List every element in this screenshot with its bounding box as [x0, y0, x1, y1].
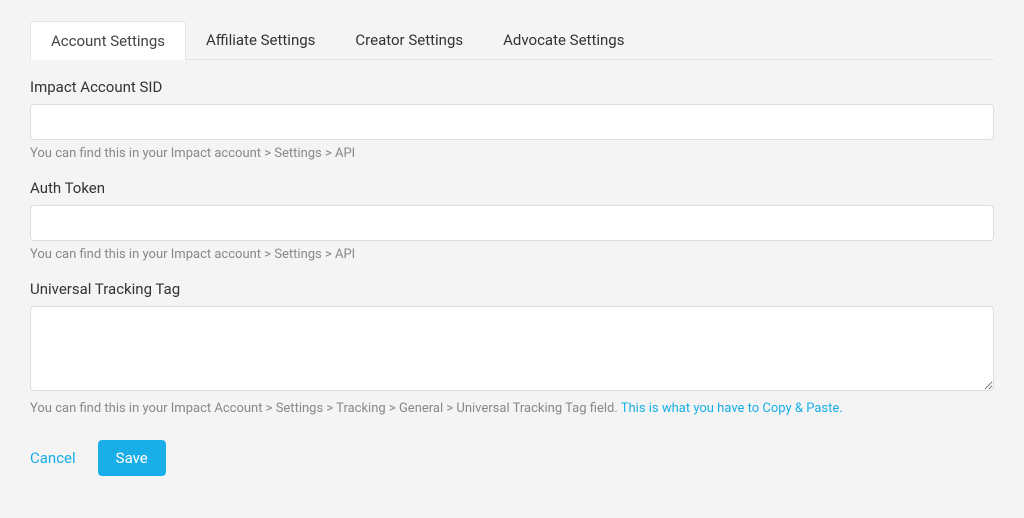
label-sid: Impact Account SID — [30, 78, 994, 96]
help-tracking-tag: You can find this in your Impact Account… — [30, 401, 994, 416]
label-auth-token: Auth Token — [30, 179, 994, 197]
help-tracking-tag-link[interactable]: This is what you have to Copy & Paste. — [621, 401, 843, 416]
form-actions: Cancel Save — [30, 440, 994, 476]
cancel-button[interactable]: Cancel — [30, 449, 76, 467]
field-group-auth-token: Auth Token You can find this in your Imp… — [30, 179, 994, 262]
tab-affiliate-settings[interactable]: Affiliate Settings — [186, 20, 335, 59]
tab-creator-settings[interactable]: Creator Settings — [335, 20, 483, 59]
help-auth-token: You can find this in your Impact account… — [30, 247, 994, 262]
field-group-sid: Impact Account SID You can find this in … — [30, 78, 994, 161]
help-sid: You can find this in your Impact account… — [30, 146, 994, 161]
tabs-nav: Account Settings Affiliate Settings Crea… — [30, 20, 994, 60]
help-tracking-tag-text: You can find this in your Impact Account… — [30, 401, 621, 416]
input-sid[interactable] — [30, 104, 994, 140]
save-button[interactable]: Save — [98, 440, 166, 476]
tab-advocate-settings[interactable]: Advocate Settings — [483, 20, 644, 59]
field-group-tracking-tag: Universal Tracking Tag You can find this… — [30, 280, 994, 416]
input-auth-token[interactable] — [30, 205, 994, 241]
textarea-tracking-tag[interactable] — [30, 306, 994, 391]
tab-account-settings[interactable]: Account Settings — [30, 21, 186, 60]
label-tracking-tag: Universal Tracking Tag — [30, 280, 994, 298]
